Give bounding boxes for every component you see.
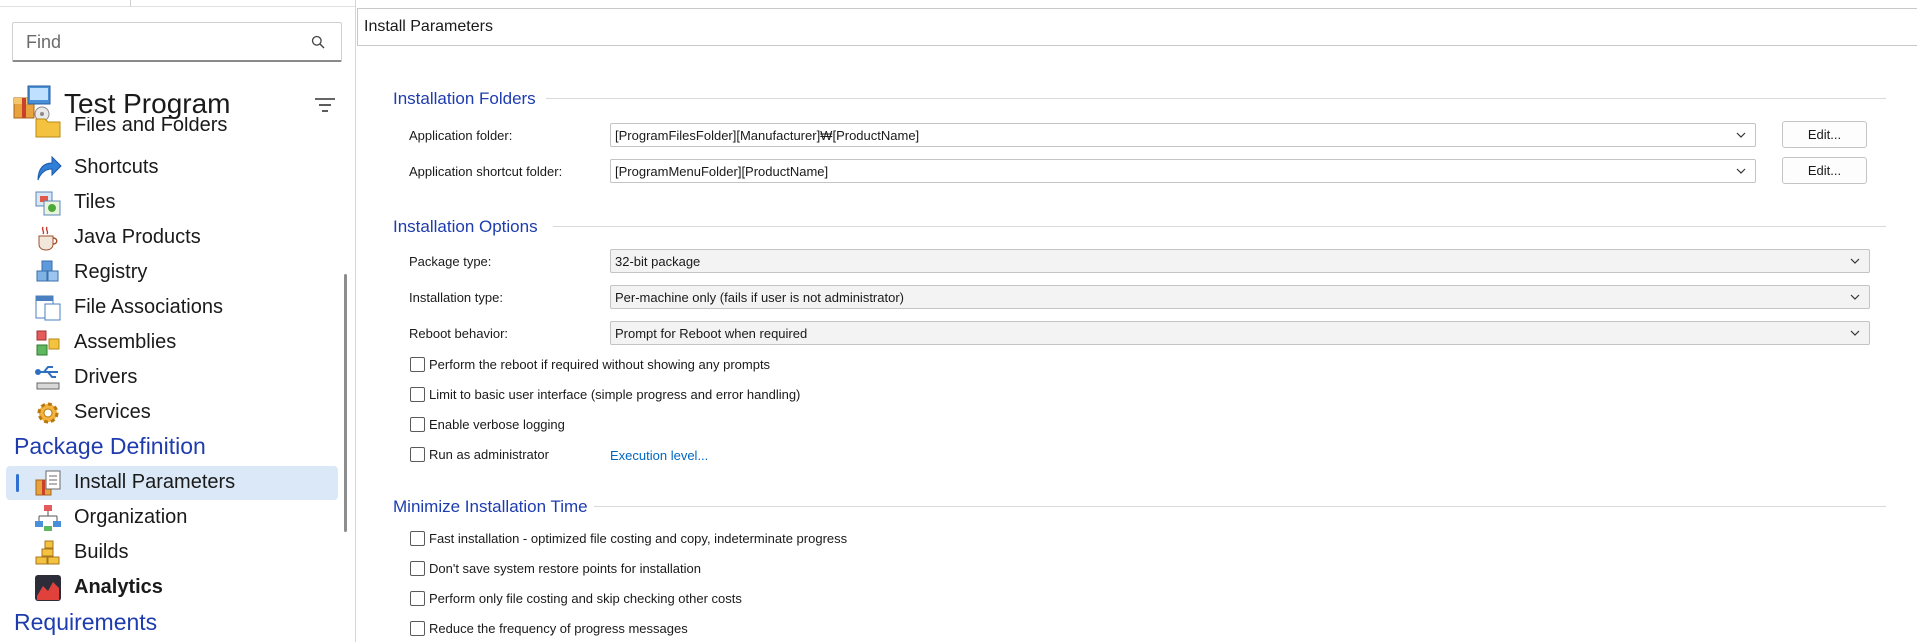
java-cup-icon [38, 226, 58, 251]
group-header-package-definition[interactable]: Package Definition [14, 433, 206, 460]
sidebar-item-label: File Associations [74, 296, 223, 318]
section-title-installation-options: Installation Options [393, 217, 538, 236]
shortcut-folder-value: [ProgramMenuFolder][ProductName] [615, 164, 829, 179]
sidebar-item-assemblies[interactable]: Assemblies [0, 326, 340, 360]
package-type-label: Package type: [409, 254, 492, 269]
section-title-minimize-installation-time: Minimize Installation Time [393, 497, 588, 516]
sidebar-item-registry[interactable]: Registry [0, 256, 340, 290]
chevron-down-icon [1736, 168, 1746, 174]
files-folders-icon [35, 118, 61, 138]
sidebar-item-label: Drivers [74, 366, 138, 388]
sidebar-item-tiles[interactable]: Tiles [0, 186, 340, 220]
section-title-installation-folders: Installation Folders [393, 89, 536, 108]
sidebar-item-shortcuts[interactable]: Shortcuts [0, 151, 340, 185]
sidebar-item-file-associations[interactable]: File Associations [0, 291, 340, 325]
filter-icon[interactable] [314, 96, 336, 114]
services-gear-icon [37, 402, 59, 424]
usb-driver-icon [35, 366, 60, 390]
sidebar-item-label: Builds [74, 541, 129, 563]
checkbox[interactable] [410, 621, 425, 636]
package-type-value: 32-bit package [615, 254, 701, 269]
sidebar-item-label: Tiles [74, 191, 116, 213]
shortcut-folder-label: Application shortcut folder: [409, 164, 563, 179]
sidebar-item-analytics[interactable]: Analytics [0, 571, 340, 605]
page-title: Install Parameters [364, 18, 493, 35]
sidebar-top-strip [0, 0, 355, 7]
app-folder-combo[interactable]: [ProgramFilesFolder][Manufacturer]₩[Prod… [610, 123, 1756, 147]
sidebar-item-label: Java Products [74, 226, 201, 248]
sidebar-item-label: Assemblies [74, 331, 177, 353]
checkbox-label: Run as administrator [429, 447, 549, 462]
checkbox-label: Fast installation - optimized file costi… [429, 531, 848, 546]
registry-cubes-icon [36, 260, 59, 282]
selection-indicator [16, 474, 19, 492]
project-title: Test Program [64, 88, 231, 119]
section-divider [594, 506, 1886, 507]
installation-type-value: Per-machine only (fails if user is not a… [615, 290, 904, 305]
checkbox[interactable] [410, 447, 425, 462]
find-box [12, 22, 342, 62]
organization-chart-icon [35, 505, 61, 531]
assemblies-icon [36, 330, 60, 356]
shortcut-arrow-icon [37, 155, 62, 181]
edit-shortcut-folder-button[interactable]: Edit... [1782, 157, 1867, 184]
sidebar-item-files-and-folders[interactable]: Files and Folders [0, 117, 340, 143]
file-associations-icon [35, 295, 61, 321]
sidebar-item-label: Registry [74, 261, 148, 283]
main-panel: Install Parameters Installation Folders … [357, 0, 1917, 642]
chevron-down-icon [1850, 294, 1860, 300]
checkbox[interactable] [410, 531, 425, 546]
analytics-chart-icon [35, 575, 61, 601]
execution-level-link[interactable]: Execution level... [610, 448, 708, 463]
sidebar-item-label: Services [74, 401, 151, 423]
sidebar-scrollbar[interactable] [344, 274, 347, 532]
checkbox[interactable] [410, 357, 425, 372]
chevron-down-icon [1850, 258, 1860, 264]
sidebar-item-builds[interactable]: Builds [0, 536, 340, 570]
section-divider [553, 226, 1886, 227]
install-parameters-icon [35, 470, 61, 496]
reboot-behavior-select[interactable]: Prompt for Reboot when required [610, 321, 1870, 345]
edit-app-folder-button[interactable]: Edit... [1782, 121, 1867, 148]
app-folder-label: Application folder: [409, 128, 513, 143]
sidebar-item-label: Organization [74, 506, 188, 528]
checkbox[interactable] [410, 591, 425, 606]
installation-type-select[interactable]: Per-machine only (fails if user is not a… [610, 285, 1870, 309]
checkbox-label: Perform only file costing and skip check… [429, 591, 742, 606]
checkbox-label: Perform the reboot if required without s… [429, 357, 771, 372]
tiles-icon [35, 191, 61, 216]
checkbox[interactable] [410, 417, 425, 432]
sidebar-item-drivers[interactable]: Drivers [0, 361, 340, 395]
sidebar-item-java-products[interactable]: Java Products [0, 221, 340, 255]
page-header: Install Parameters [357, 8, 1917, 46]
checkbox[interactable] [410, 387, 425, 402]
builds-bricks-icon [35, 540, 60, 565]
sidebar-item-services[interactable]: Services [0, 396, 340, 430]
section-divider [546, 98, 1886, 99]
find-input[interactable] [13, 23, 303, 61]
checkbox-label: Don't save system restore points for ins… [429, 561, 701, 576]
sidebar-item-label: Analytics [74, 576, 163, 598]
search-icon[interactable] [311, 35, 325, 49]
package-type-select[interactable]: 32-bit package [610, 249, 1870, 273]
shortcut-folder-combo[interactable]: [ProgramMenuFolder][ProductName] [610, 159, 1756, 183]
checkbox-label: Reduce the frequency of progress message… [429, 621, 688, 636]
chevron-down-icon [1850, 330, 1860, 336]
reboot-behavior-label: Reboot behavior: [409, 326, 509, 341]
sidebar-item-install-parameters[interactable]: Install Parameters [6, 466, 338, 500]
sidebar-item-label: Files and Folders [74, 117, 228, 136]
sidebar-item-organization[interactable]: Organization [0, 501, 340, 535]
checkbox-label: Limit to basic user interface (simple pr… [429, 387, 801, 402]
chevron-down-icon [1736, 132, 1746, 138]
sidebar-item-label: Install Parameters [74, 471, 236, 493]
group-header-requirements[interactable]: Requirements [14, 609, 157, 636]
installation-type-label: Installation type: [409, 290, 503, 305]
app-folder-value: [ProgramFilesFolder][Manufacturer]₩[Prod… [615, 128, 920, 143]
sidebar: Test Program Files and Folders Shortcuts… [0, 0, 356, 642]
reboot-behavior-value: Prompt for Reboot when required [615, 326, 808, 341]
sidebar-item-label: Shortcuts [74, 156, 159, 178]
checkbox-label: Enable verbose logging [429, 417, 565, 432]
checkbox[interactable] [410, 561, 425, 576]
